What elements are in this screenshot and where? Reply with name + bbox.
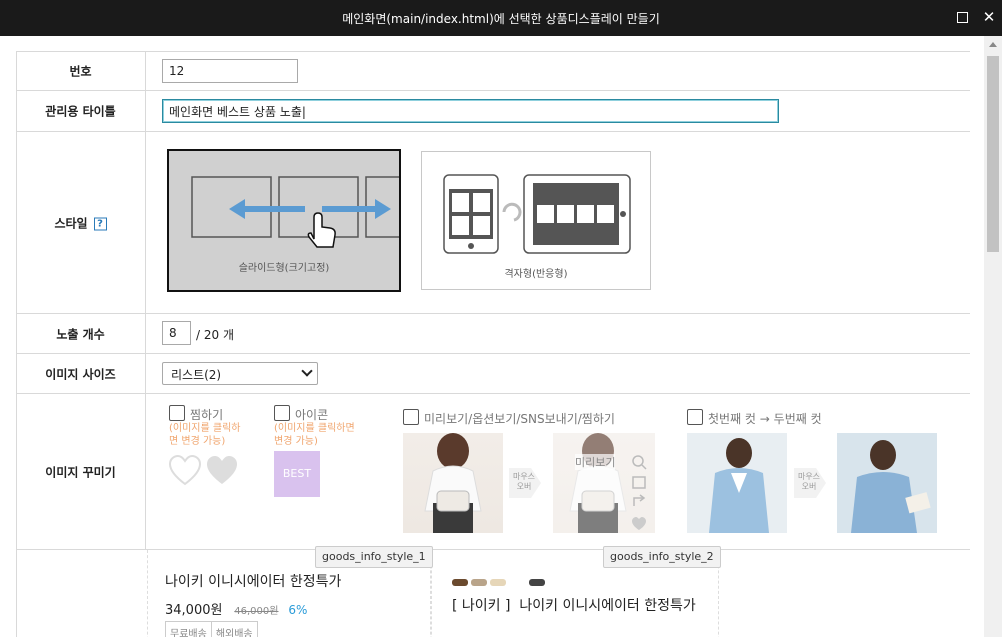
first-cut-image [687,433,787,533]
vertical-scrollbar[interactable] [984,36,1002,637]
scrollbar-thumb[interactable] [987,56,999,252]
image-decoration-label: 이미지 꾸미기 [45,465,116,479]
row-style: 스타일? 슬라이드형(크기고정) 격자형(반응형) [16,131,970,313]
second-cut-checkbox[interactable] [687,409,703,425]
style-label: 스타일 [54,216,88,230]
admin-title-label: 관리용 타이틀 [45,104,116,119]
row-header: 번호 [16,52,146,90]
row-image-size: 이미지 사이즈 리스트(2) [16,353,970,393]
style-option-label: 격자형(반응형) [504,269,568,280]
preview-overlay-label: 미리보기 [575,454,616,470]
color-swatches [452,575,545,589]
maximize-icon[interactable] [953,8,971,26]
second-cut-option-label: 첫번째 컷 → 두번째 컷 [708,412,822,426]
goods-name-2: 나이키 이니시에이터 한정특가 [519,598,696,614]
goods-brand: [ 나이키 ] [452,598,511,614]
heart-icon[interactable] [169,455,239,487]
best-badge[interactable]: BEST [274,451,320,497]
row-header: 스타일? [16,132,146,313]
icon-option-label: 아이콘 [295,408,329,422]
help-icon[interactable]: ? [93,217,107,230]
mouse-over-label: 마우스 오버 [512,472,536,491]
goods-title-2: [ 나이키 ] 나이키 이니시에이터 한정특가 [452,596,702,617]
goods-style-tooltip-2: goods_info_style_2 [603,546,721,568]
preview-checkbox[interactable] [403,409,419,425]
goods-discount: 6% [288,603,308,617]
preview-option-label: 미리보기/옵션보기/SNS보내기/찜하기 [424,412,615,426]
icon-checkbox[interactable] [274,405,290,421]
second-cut-image [837,433,937,533]
image-size-label: 이미지 사이즈 [45,367,116,381]
color-swatch [452,579,468,586]
display-count-suffix: / 20 개 [196,328,234,342]
image-size-select[interactable]: 리스트(2) [162,362,318,385]
row-header: 이미지 꾸미기 [16,394,146,549]
goods-price: 34,000원 [165,603,223,618]
admin-title-input[interactable] [162,99,779,123]
mouse-over-label: 마우스 오버 [797,472,821,491]
goods-style-tooltip-1: goods_info_style_1 [315,546,433,568]
goods-tag: 무료배송 [165,621,212,637]
number-label: 번호 [69,64,92,79]
row-image-decoration: 이미지 꾸미기 찜하기 (이미지를 클릭하면 변경 가능) 아이콘 (이미지를 … [16,393,970,550]
close-icon[interactable]: ✕ [980,8,998,26]
row-admin-title: 관리용 타이틀 [16,90,970,131]
window-titlebar: 메인화면(main/index.html)에 선택한 상품디스플레이 만들기 ✕ [0,0,1002,36]
scroll-up-icon[interactable] [989,42,997,47]
number-input[interactable] [162,59,298,83]
image-size-selected: 리스트(2) [171,368,222,382]
row-display-count: 노출 개수 / 20 개 [16,313,970,353]
color-swatch [529,579,545,586]
style-option-slide[interactable]: 슬라이드형(크기고정) [167,149,401,292]
dialog-content: 번호 관리용 타이틀 스타일? [0,36,1002,637]
goods-tags: 무료배송 해외배송 [165,621,258,637]
row-header: 노출 개수 [16,314,146,353]
row-header: 관리용 타이틀 [16,91,146,131]
display-count-input[interactable] [162,321,191,345]
style-option-grid[interactable]: 격자형(반응형) [421,151,651,290]
row-number: 번호 [16,51,970,90]
chevron-down-icon [301,365,313,377]
row-header: 이미지 사이즈 [16,354,146,393]
goods-price-row: 34,000원 46,000원 6% [165,599,307,618]
goods-original-price: 46,000원 [234,606,279,617]
color-swatch [471,579,487,586]
wishlist-option-label: 찜하기 [190,408,224,422]
color-swatch [490,579,506,586]
goods-name-1: 나이키 이니시에이터 한정특가 [165,574,342,590]
preview-product-image-before [403,433,503,533]
wishlist-option-note: (이미지를 클릭하면 변경 가능) [169,423,241,447]
style-option-label: 슬라이드형(크기고정) [238,263,330,274]
display-count-label: 노출 개수 [56,327,105,341]
quick-action-icons [632,455,647,530]
wishlist-checkbox[interactable] [169,405,185,421]
window-title: 메인화면(main/index.html)에 선택한 상품디스플레이 만들기 [342,12,660,26]
icon-option-note: (이미지를 클릭하면 변경 가능) [274,423,355,447]
goods-tag: 해외배송 [211,621,258,637]
